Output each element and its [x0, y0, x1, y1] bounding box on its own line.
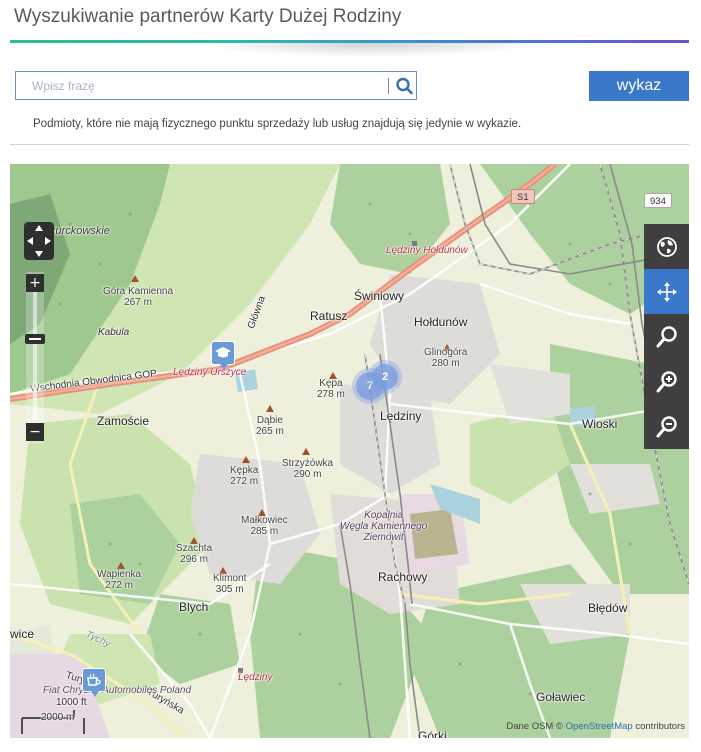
attribution-suffix: contributors — [635, 721, 685, 732]
town-label: Górki — [418, 729, 447, 738]
globe-icon — [656, 236, 677, 257]
title-divider-shadow — [200, 43, 540, 57]
town-label: Ratusz — [310, 309, 348, 323]
scale-bar: 1000 ft 2000 m — [20, 696, 130, 736]
zoom-in-tool-button[interactable] — [644, 359, 689, 404]
map-toolbar — [644, 224, 689, 449]
road-shield: S1 — [511, 189, 535, 204]
peak-label: Dąbie 265 m — [256, 415, 284, 437]
cafe-marker[interactable] — [82, 668, 106, 697]
cluster-marker[interactable]: 2 — [372, 364, 398, 390]
move-button[interactable] — [644, 269, 689, 314]
zoom-track[interactable] — [33, 292, 37, 420]
station-label: Lędziny Hołdunów — [386, 245, 468, 256]
peak-label: Szachta 296 m — [176, 543, 213, 565]
peak-label: Strzyżówka 290 m — [282, 458, 334, 480]
globe-button[interactable] — [644, 224, 689, 269]
peak-label: Góra Kamienna 267 m — [103, 286, 174, 308]
town-label: wice — [10, 627, 35, 641]
pan-control[interactable] — [24, 222, 54, 260]
coffee-cup-icon — [87, 673, 101, 686]
peak-label: Kępa 278 m — [317, 378, 345, 400]
peak-label: Małkowiec 285 m — [241, 515, 288, 537]
section-divider — [10, 144, 689, 145]
town-label: Świniowy — [354, 289, 405, 303]
move-icon — [656, 281, 677, 302]
scale-label-top: 1000 ft — [56, 697, 87, 708]
road-shield: 934 — [644, 193, 672, 208]
peak-label: Klimont 305 m — [213, 573, 247, 595]
area-label: zurckowskie — [50, 225, 110, 237]
search-map-button[interactable] — [644, 314, 689, 359]
town-label: Wioski — [582, 417, 618, 431]
attribution-prefix: Dane OSM © — [506, 721, 563, 732]
search-divider — [388, 78, 389, 94]
town-label: Rachowy — [378, 570, 428, 584]
station-label: Lędziny Urszyce — [173, 367, 247, 378]
peak-label: Kępka 272 m — [230, 465, 259, 487]
list-button[interactable]: wykaz — [589, 71, 689, 101]
town-label: Goławiec — [536, 690, 586, 704]
town-label: Błędów — [588, 601, 628, 615]
town-label: Blych — [179, 600, 209, 614]
zoom-in-button[interactable]: + — [26, 274, 44, 292]
zoom-slider-handle[interactable] — [25, 334, 45, 344]
map[interactable]: Świniowy Hołdunów Ratusz Lędziny Zamości… — [10, 164, 689, 738]
station-label: Lędziny — [238, 672, 273, 683]
zoom-in-icon — [656, 370, 677, 392]
education-marker[interactable] — [211, 341, 235, 370]
town-label: Hołdunów — [414, 315, 468, 329]
search-box — [15, 71, 417, 100]
map-tiles — [10, 164, 689, 738]
info-note: Podmioty, które nie mają fizycznego punk… — [33, 118, 522, 130]
page-title: Wyszukiwanie partnerów Karty Dużej Rodzi… — [14, 6, 402, 27]
zoom-out-button[interactable]: − — [26, 423, 44, 441]
zoom-out-icon — [656, 415, 677, 437]
peak-label: Wapienka 272 m — [97, 569, 142, 591]
zoom-out-tool-button[interactable] — [644, 404, 689, 449]
pan-arrows-icon — [24, 222, 54, 260]
search-button[interactable] — [392, 74, 416, 98]
map-attribution: Dane OSM © OpenStreetMap contributors — [506, 721, 685, 732]
search-icon — [656, 325, 677, 347]
peak-label: Glinogóra 280 m — [424, 347, 468, 369]
search-input[interactable] — [16, 72, 388, 99]
scale-label-bottom: 2000 m — [41, 712, 75, 723]
graduation-cap-icon — [215, 347, 231, 358]
openstreetmap-link[interactable]: OpenStreetMap — [566, 721, 633, 732]
mine-label: Kopalnia Węgla Kamiennego Ziemowit — [340, 510, 428, 543]
place-label: Kabula — [98, 327, 130, 338]
town-label: Lędziny — [380, 409, 422, 423]
town-label: Zamoście — [97, 414, 150, 428]
search-icon — [396, 77, 413, 95]
